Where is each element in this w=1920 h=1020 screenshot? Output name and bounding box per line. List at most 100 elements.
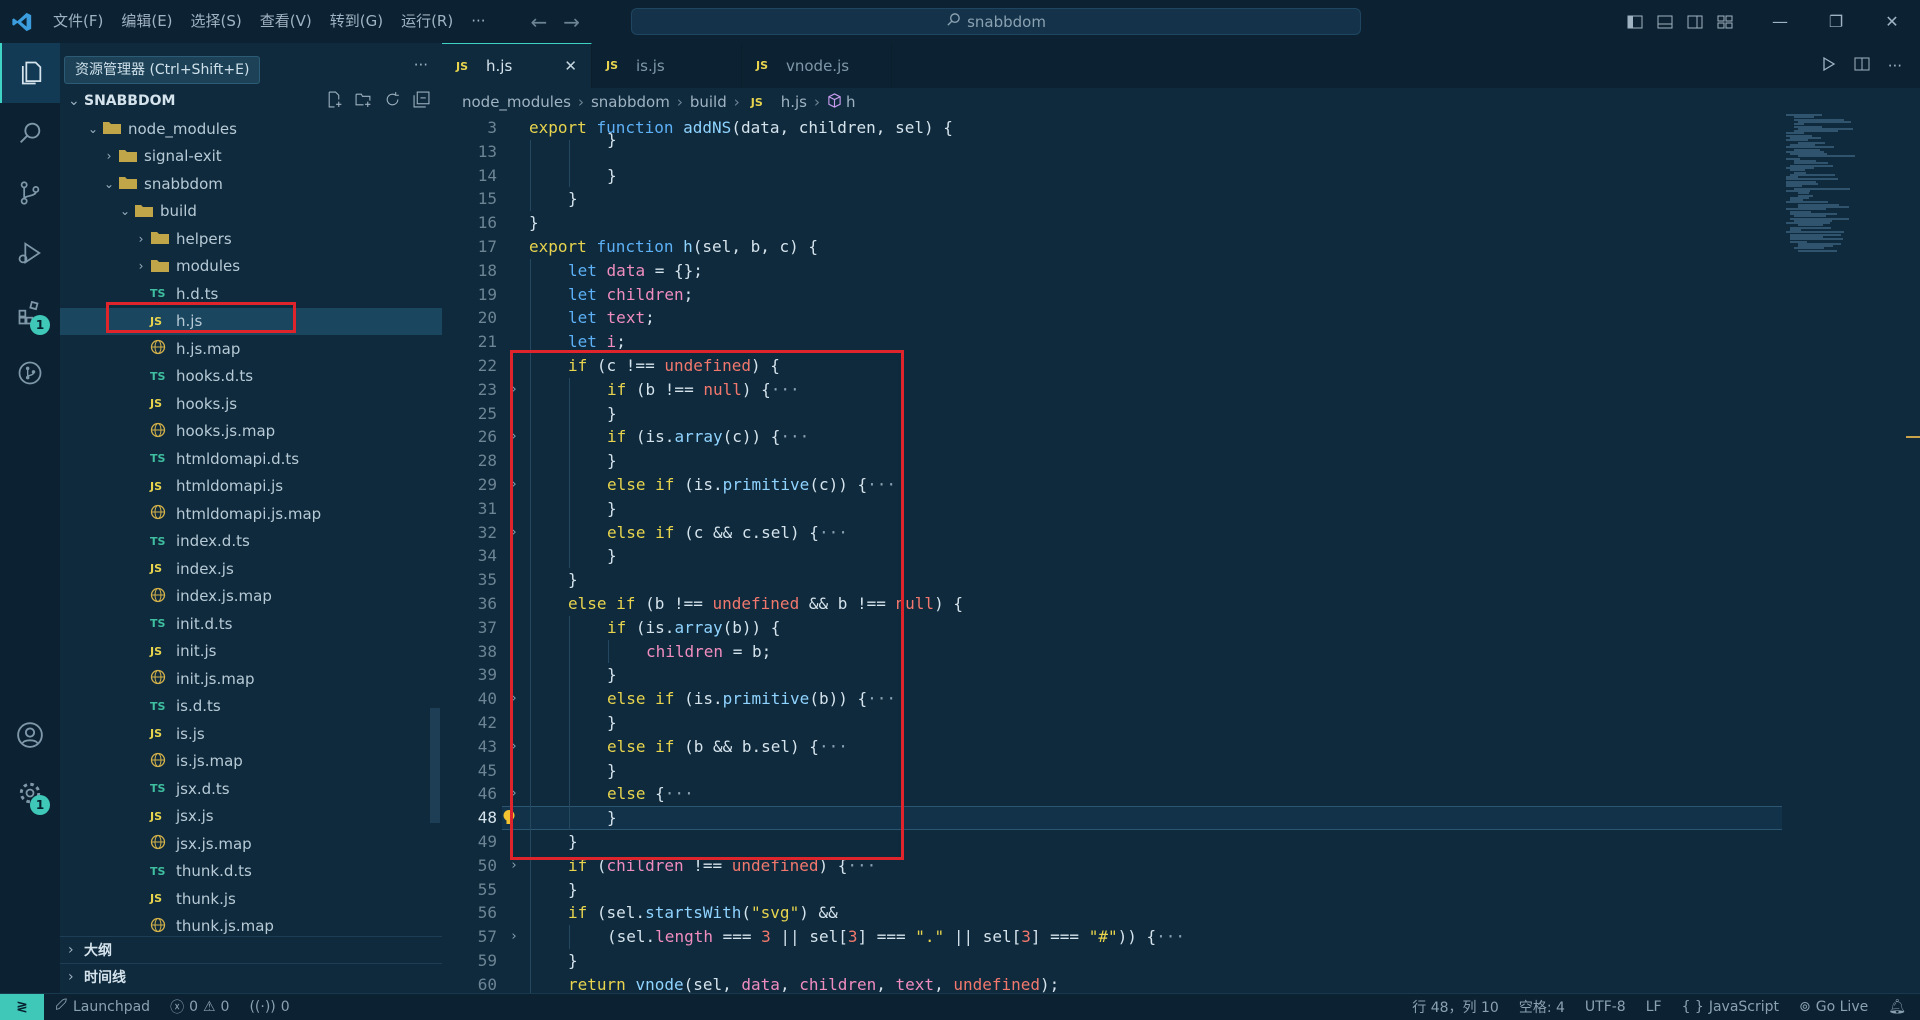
tree-item[interactable]: ⌄ node_modules (60, 115, 442, 143)
launchpad-button[interactable]: Launchpad (44, 998, 160, 1016)
tree-item[interactable]: JS index.js (60, 555, 442, 583)
code-line[interactable]: 3 export function addNS(data, children, s… (442, 116, 1782, 140)
tree-item[interactable]: TS jsx.d.ts (60, 775, 442, 803)
tree-item[interactable]: JS thunk.js (60, 885, 442, 913)
command-center-search[interactable]: snabbdom (631, 8, 1361, 35)
new-file-icon[interactable] (326, 91, 343, 112)
toggle-panel-icon[interactable] (1650, 0, 1680, 43)
menu-item[interactable]: 查看(V) (251, 0, 321, 43)
restore-icon[interactable]: ❐ (1808, 0, 1864, 43)
toggle-primary-sidebar-icon[interactable] (1620, 0, 1650, 43)
breadcrumb-item[interactable]: h (846, 93, 856, 111)
tree-item[interactable]: JS hooks.js (60, 390, 442, 418)
accounts-button[interactable] (0, 705, 60, 765)
git-graph-button[interactable] (0, 343, 60, 403)
close-tab-icon[interactable]: ✕ (564, 57, 577, 75)
toggle-secondary-sidebar-icon[interactable] (1680, 0, 1710, 43)
forward-arrow-icon[interactable]: → (555, 10, 588, 34)
tree-item[interactable]: init.js.map (60, 665, 442, 693)
menu-item[interactable]: 编辑(E) (112, 0, 181, 43)
tree-item[interactable]: ⌄ snabbdom (60, 170, 442, 198)
breadcrumb-item[interactable]: snabbdom (591, 93, 670, 111)
language-mode[interactable]: { } JavaScript (1672, 999, 1789, 1015)
code-line[interactable]: 57 › (sel.length === 3 || sel[3] === "." |… (442, 925, 1782, 949)
code-line[interactable]: 16} (442, 211, 1782, 235)
collapse-all-icon[interactable] (413, 91, 430, 112)
tab-h-js[interactable]: JS h.js ✕ (442, 43, 592, 88)
cursor-position[interactable]: 行 48，列 10 (1402, 997, 1509, 1017)
tree-item[interactable]: ⌄ build (60, 198, 442, 226)
run-debug-button[interactable] (0, 223, 60, 283)
source-control-button[interactable] (0, 163, 60, 223)
split-editor-icon[interactable] (1854, 56, 1870, 76)
tree-item[interactable]: › modules (60, 253, 442, 281)
breadcrumb-item[interactable]: h.js (781, 93, 807, 111)
breadcrumb-item[interactable]: node_modules (462, 93, 571, 111)
outline-section-header[interactable]: › 大纲 (60, 936, 442, 963)
tree-item[interactable]: h.js.map (60, 335, 442, 363)
search-button[interactable] (0, 103, 60, 163)
menu-item[interactable]: ··· (462, 0, 494, 43)
code-line[interactable]: 14} (442, 164, 1782, 188)
tree-item[interactable]: jsx.js.map (60, 830, 442, 858)
tree-item[interactable]: › signal-exit (60, 143, 442, 171)
menu-item[interactable]: 文件(F) (44, 0, 112, 43)
code-line[interactable]: 19 let children; (442, 283, 1782, 307)
minimize-icon[interactable]: — (1752, 0, 1808, 43)
problems-indicator[interactable]: ⓧ 0 ⚠ 0 (160, 997, 239, 1017)
code-line[interactable]: 13} (442, 130, 1782, 164)
manage-button[interactable]: 1 (0, 763, 60, 823)
code-line[interactable]: 15} (442, 187, 1782, 211)
minimap[interactable] (1782, 114, 1906, 993)
encoding[interactable]: UTF-8 (1575, 999, 1636, 1015)
refresh-icon[interactable] (384, 91, 401, 112)
code-line[interactable]: 17 export function h(sel, b, c) { (442, 235, 1782, 259)
tree-item[interactable]: › helpers (60, 225, 442, 253)
end-of-line[interactable]: LF (1636, 999, 1672, 1015)
tab-vnode-js[interactable]: JS vnode.js (742, 43, 892, 88)
tree-item[interactable]: TS index.d.ts (60, 528, 442, 556)
tree-item[interactable]: JS init.js (60, 638, 442, 666)
code-line[interactable]: 20 let text; (442, 306, 1782, 330)
code-editor[interactable]: 3 export function addNS(data, children, s… (442, 116, 1782, 993)
tab-is-js[interactable]: JS is.js (592, 43, 742, 88)
code-line[interactable]: 18 let data = {}; (442, 259, 1782, 283)
more-actions-icon[interactable]: ··· (414, 56, 428, 74)
tree-item[interactable]: TS htmldomapi.d.ts (60, 445, 442, 473)
remote-indicator-icon[interactable]: ≷ (0, 993, 44, 1020)
tree-item[interactable]: TS is.d.ts (60, 693, 442, 721)
fold-chevron-icon[interactable]: › (510, 925, 518, 949)
tree-item[interactable]: index.js.map (60, 583, 442, 611)
tree-item[interactable]: JS is.js (60, 720, 442, 748)
tree-item[interactable]: JS jsx.js (60, 803, 442, 831)
run-file-icon[interactable] (1820, 56, 1836, 76)
tree-item[interactable]: is.js.map (60, 748, 442, 776)
sidebar-scrollbar[interactable] (430, 708, 440, 823)
tree-item[interactable]: hooks.js.map (60, 418, 442, 446)
back-arrow-icon[interactable]: ← (523, 10, 556, 34)
menu-item[interactable]: 选择(S) (182, 0, 251, 43)
code-line[interactable]: 55} (442, 878, 1782, 902)
workspace-section-header[interactable]: ⌄ SNABBDOM (60, 87, 442, 115)
go-live-button[interactable]: ⊚ Go Live (1789, 999, 1878, 1015)
tree-item[interactable]: TS thunk.d.ts (60, 858, 442, 886)
tree-item[interactable]: htmldomapi.js.map (60, 500, 442, 528)
code-line[interactable]: 56 if (sel.startsWith("svg") && (442, 901, 1782, 925)
tree-item[interactable]: JS htmldomapi.js (60, 473, 442, 501)
code-line[interactable]: 60 return vnode(sel, data, children, text… (442, 973, 1782, 993)
editor-scrollbar[interactable] (1906, 116, 1920, 993)
menu-item[interactable]: 转到(G) (321, 0, 392, 43)
indentation[interactable]: 空格: 4 (1509, 997, 1575, 1017)
code-line[interactable]: 59} (442, 949, 1782, 973)
close-window-icon[interactable]: ✕ (1864, 0, 1920, 43)
notifications-icon[interactable]: 🔔︎ (1878, 999, 1920, 1015)
extensions-button[interactable]: 1 (0, 283, 60, 343)
folded-ellipsis[interactable]: ··· (1156, 927, 1185, 946)
more-actions-icon[interactable]: ··· (1888, 57, 1902, 75)
breadcrumb-item[interactable]: build (690, 93, 727, 111)
new-folder-icon[interactable] (355, 91, 372, 112)
customize-layout-icon[interactable] (1710, 0, 1740, 43)
tree-item[interactable]: TS init.d.ts (60, 610, 442, 638)
explorer-button[interactable] (0, 43, 60, 103)
menu-item[interactable]: 运行(R) (392, 0, 462, 43)
